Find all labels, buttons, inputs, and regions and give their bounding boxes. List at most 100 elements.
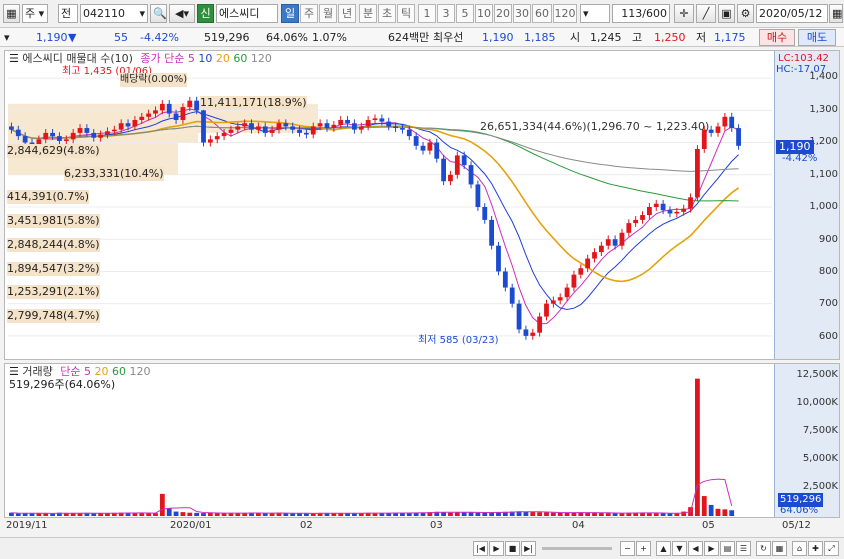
refresh-icon[interactable]: ↻ — [756, 541, 771, 556]
credit-badge: 신 — [197, 4, 214, 23]
date-value: 2020/05/12 — [759, 7, 823, 20]
y-tick: 1,200 — [809, 136, 838, 147]
down-icon[interactable]: ▼ — [672, 541, 687, 556]
current-change-tag: -4.42% — [782, 153, 818, 164]
period-week-button[interactable]: 주 — [300, 4, 318, 23]
zoom-slider[interactable] — [542, 547, 612, 550]
legend-ma-label: 종가 단순 — [140, 52, 185, 65]
volume-profile-label: 2,848,244(4.8%) — [7, 238, 100, 252]
price-panel[interactable] — [4, 50, 840, 360]
volume-y-tick: 7,500K — [802, 425, 838, 436]
period-tick-button[interactable]: 틱 — [397, 4, 415, 23]
sell-button[interactable]: 매도 — [798, 29, 836, 46]
period-label: 년 — [341, 7, 353, 20]
interval-30-button[interactable]: 30 — [513, 4, 531, 23]
home-icon[interactable]: ⌂ — [792, 541, 807, 556]
settings-gear-icon[interactable]: ⚙ — [737, 4, 754, 23]
zoom-in-icon[interactable]: + — [636, 541, 651, 556]
y-tick: 900 — [818, 234, 838, 245]
crosshair-icon[interactable]: ✛ — [674, 4, 694, 23]
market-select[interactable]: 전 — [58, 4, 78, 23]
chart-type-select[interactable]: 주 ▾ — [22, 4, 48, 23]
x-tick: 05/12 — [782, 520, 811, 531]
volume-pct-tag: 64.06% — [780, 505, 819, 516]
volume-profile-label: 3,451,981(5.8%) — [7, 214, 100, 228]
volume-profile-label: 2,799,748(4.7%) — [7, 309, 100, 323]
interval-120-button[interactable]: 120 — [553, 4, 577, 23]
period-year-button[interactable]: 년 — [338, 4, 356, 23]
interval-label: 1 — [423, 7, 431, 20]
badge-text: 신 — [200, 7, 211, 20]
sell-label: 매도 — [806, 31, 828, 44]
x-tick: 03 — [430, 520, 443, 531]
period-month-button[interactable]: 월 — [319, 4, 337, 23]
zoom-out-icon[interactable]: − — [620, 541, 635, 556]
volume-legend-ma60: 60 — [112, 365, 126, 378]
save-icon[interactable]: ▣ — [718, 4, 735, 23]
low-label: 저 — [696, 31, 707, 44]
y-tick: 800 — [818, 266, 838, 277]
settings-icon[interactable]: ☰ — [9, 52, 19, 65]
buy-button[interactable]: 매수 — [759, 29, 795, 46]
date-input[interactable]: 2020/05/12 — [756, 4, 828, 23]
custom-interval-input[interactable]: ▾ — [580, 4, 610, 23]
stock-name: 에스씨디 — [216, 4, 278, 23]
period-minute-button[interactable]: 분 — [359, 4, 377, 23]
y-tick: 1,000 — [809, 201, 838, 212]
stop-icon[interactable]: ■ — [505, 541, 520, 556]
volume-legend-title: 거래량 — [22, 365, 53, 378]
period-day-button[interactable]: 일 — [281, 4, 299, 23]
interval-3-button[interactable]: 3 — [437, 4, 455, 23]
grid-icon[interactable]: ▦ — [772, 541, 787, 556]
interval-1-button[interactable]: 1 — [418, 4, 436, 23]
speaker-icon[interactable]: ◀▾ — [169, 4, 195, 23]
legend-ma5: 5 — [187, 52, 195, 65]
period-label: 초 — [381, 7, 393, 20]
high-price: 1,250 — [654, 31, 686, 44]
volume-panel[interactable] — [4, 363, 840, 518]
legend-ma120: 120 — [250, 52, 272, 65]
high-label: 고 — [632, 31, 643, 44]
legend-title: 에스씨디 매물대 수(10) — [22, 52, 133, 65]
stock-code-input[interactable]: 042110 ▾ — [80, 4, 148, 23]
expand-icon[interactable]: ⤢ — [824, 541, 839, 556]
period-second-button[interactable]: 초 — [378, 4, 396, 23]
price-change-pct: -4.42% — [140, 31, 179, 44]
interval-label: 60 — [535, 7, 549, 20]
y-tick: 1,300 — [809, 104, 838, 115]
search-icon[interactable]: 🔍 — [150, 4, 167, 23]
up-icon[interactable]: ▲ — [656, 541, 671, 556]
interval-60-button[interactable]: 60 — [532, 4, 552, 23]
stock-code-value: 042110 — [83, 7, 125, 20]
menu-icon[interactable]: ▦ — [3, 4, 20, 23]
right-icon[interactable]: ▶ — [704, 541, 719, 556]
volume-legend-ma20: 20 — [94, 365, 109, 378]
first-icon[interactable]: |◀ — [473, 541, 488, 556]
last-icon[interactable]: ▶| — [521, 541, 536, 556]
interval-5-button[interactable]: 5 — [456, 4, 474, 23]
x-tick: 2020/01 — [170, 520, 212, 531]
trade-amount: 624백만 — [388, 31, 430, 44]
chart-type-value: 주 — [25, 7, 36, 20]
left-icon[interactable]: ◀ — [688, 541, 703, 556]
list-icon[interactable]: ☰ — [736, 541, 751, 556]
info-icon[interactable]: ▾ — [4, 30, 10, 45]
interval-10-button[interactable]: 10 — [475, 4, 493, 23]
settings-icon[interactable]: ☰ — [9, 365, 19, 378]
pin-icon[interactable]: ✚ — [808, 541, 823, 556]
volume-y-tick: 10,000K — [796, 397, 838, 408]
toolbar: ▦ 주 ▾ 전 042110 ▾ 🔍 ◀▾ 신 에스씨디 일 주 월 년 분 초 … — [0, 0, 844, 28]
calendar-icon[interactable]: ▦ — [829, 4, 843, 23]
stock-name-text: 에스씨디 — [219, 7, 260, 20]
best-ask: 1,185 — [524, 31, 556, 44]
drawing-tool-icon[interactable]: ╱ — [696, 4, 716, 23]
interval-label: 20 — [496, 7, 510, 20]
interval-label: 120 — [554, 7, 576, 20]
play-icon[interactable]: ▶ — [489, 541, 504, 556]
x-tick: 04 — [572, 520, 585, 531]
legend-ma60: 60 — [233, 52, 248, 65]
chart-icon[interactable]: ▤ — [720, 541, 735, 556]
interval-20-button[interactable]: 20 — [494, 4, 512, 23]
volume-profile-label: 1,894,547(3.2%) — [7, 262, 100, 276]
volume-profile-label: 6,233,331(10.4%) — [64, 167, 164, 181]
